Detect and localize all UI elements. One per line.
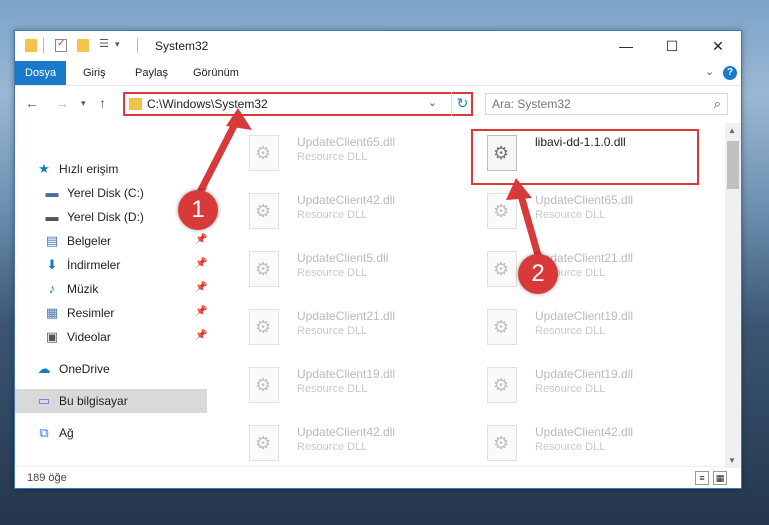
step-badge-1: 1: [178, 190, 218, 230]
annotation-layer: [194, 108, 544, 263]
arrow-1: [194, 116, 242, 198]
arrow-2-head: [506, 178, 532, 200]
arrow-2: [516, 191, 544, 263]
step-badge-2: 2: [518, 254, 558, 294]
